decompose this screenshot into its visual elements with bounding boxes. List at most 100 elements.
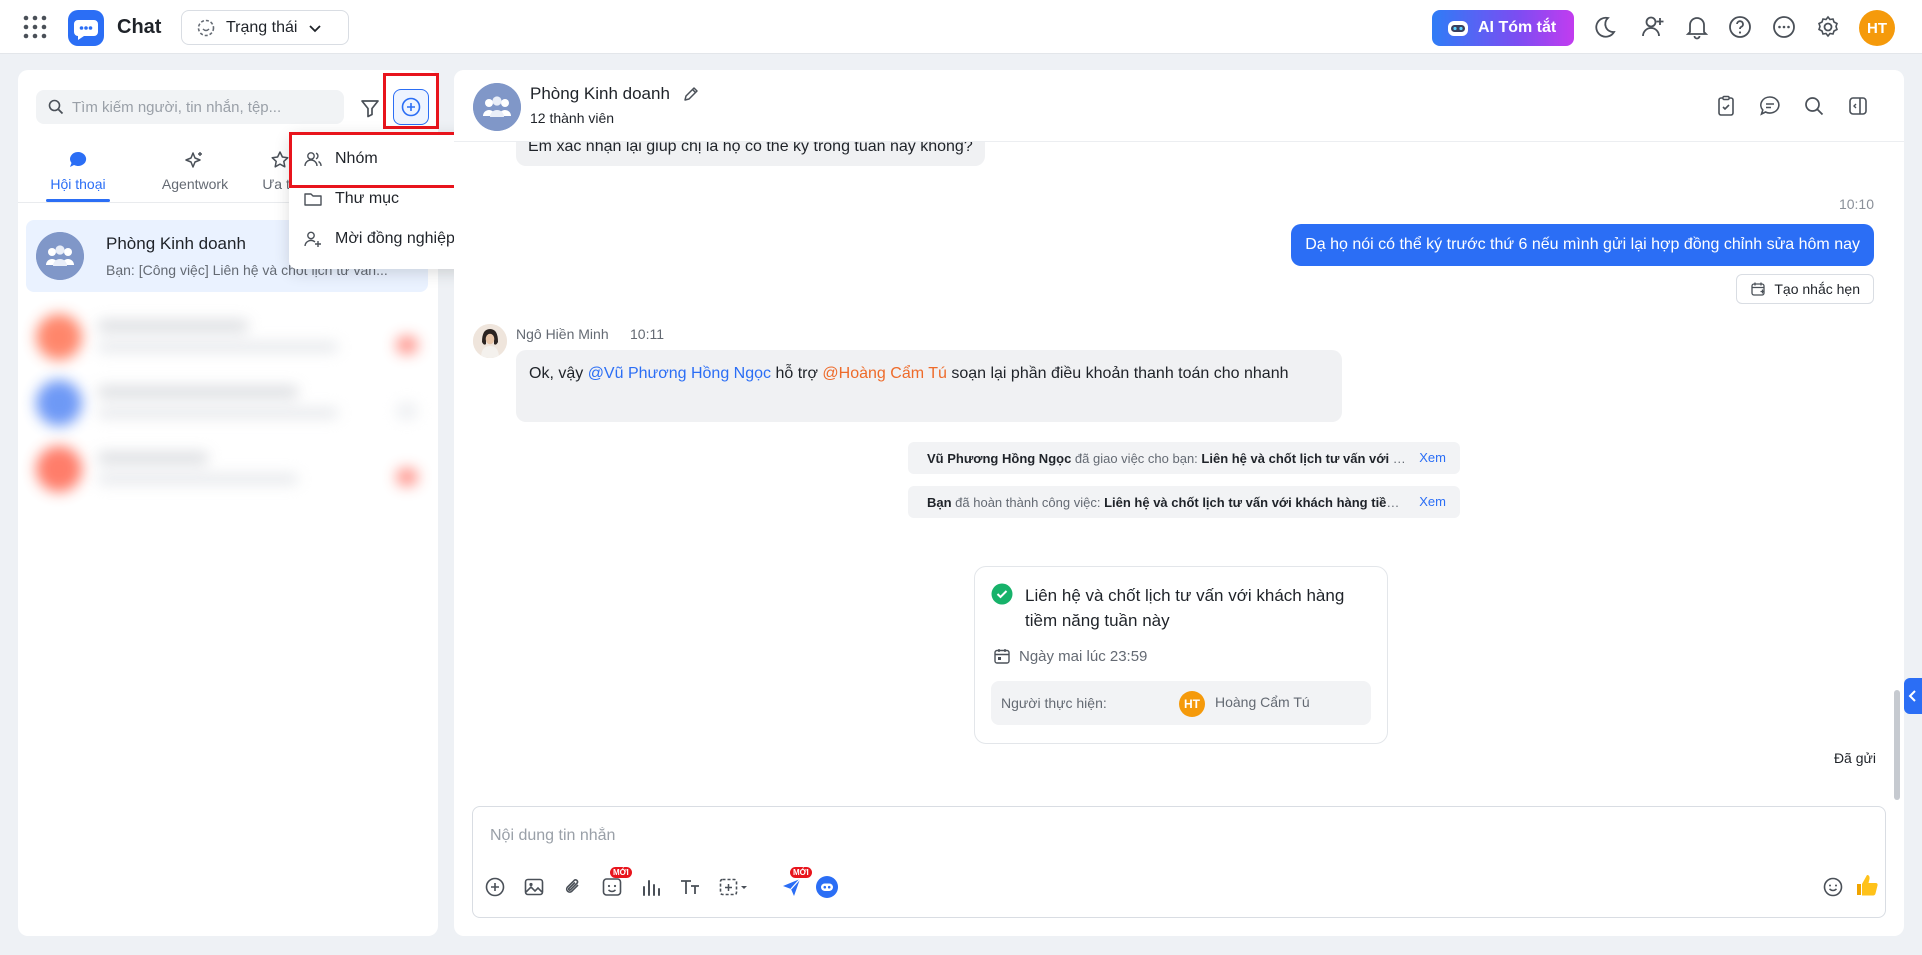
search-icon[interactable] [1802,94,1826,118]
assignee-avatar: HT [1179,691,1205,717]
chat-header: Phòng Kinh doanh 12 thành viên [454,70,1904,142]
chevron-left-icon [1907,689,1919,703]
menu-item-label: Nhóm [335,150,378,167]
task-title: Liên hệ và chốt lịch tư vấn với khách hà… [1025,586,1345,630]
task-due: Ngày mai lúc 23:59 [1019,647,1148,665]
edit-pencil-icon[interactable] [682,85,700,103]
group-icon [303,149,323,169]
sender-name: Ngô Hiền Minh [516,326,609,342]
collapse-panel-button[interactable] [1904,678,1922,714]
my-message-bubble: Dạ họ nói có thể ký trước thứ 6 nếu mình… [1291,224,1874,266]
view-link[interactable]: Xem [1419,494,1446,509]
group-avatar [36,232,84,280]
message-composer: MỚI MỚI [472,806,1886,918]
side-panel-icon[interactable] [1846,94,1870,118]
text-format-icon[interactable] [678,875,702,899]
ai-summary-button[interactable]: AI Tóm tắt [1432,10,1574,46]
mention-link[interactable]: @Vũ Phương Hồng Ngọc [588,365,771,382]
tab-agentwork[interactable]: Agentwork [140,150,250,192]
search-input[interactable] [72,98,342,116]
mention-link[interactable]: @Hoàng Cẩm Tú [822,365,946,382]
create-new-button[interactable] [393,89,429,125]
event-actor: Bạn [927,494,952,510]
event-task: Liên hệ và chốt lịch tư vấn với khách hà… [1201,450,1407,466]
create-reminder-button[interactable]: Tạo nhắc hẹn [1736,274,1874,304]
message-input[interactable] [490,821,1790,851]
new-badge: MỚI [610,867,632,878]
group-avatar[interactable] [473,83,521,131]
reminder-label: Tạo nhắc hẹn [1774,281,1860,297]
task-due-row: Ngày mai lúc 23:59 [993,647,1147,665]
chat-logo-icon [68,10,104,46]
thumbs-up-icon[interactable] [1853,871,1881,899]
calendar-icon [993,647,1011,665]
more-icon[interactable] [1771,14,1797,40]
attachment-icon[interactable] [561,875,585,899]
ai-summary-label: AI Tóm tắt [1478,19,1557,36]
search-box[interactable] [36,90,344,124]
bell-icon[interactable] [1684,14,1710,40]
event-action: đã hoàn thành công việc: [951,494,1105,510]
top-bar: Chat Trạng thái AI Tóm tắt HT [0,0,1922,54]
task-assignee-row: Người thực hiện: HT Hoàng Cẩm Tú [991,681,1371,725]
filter-icon[interactable] [358,96,382,120]
check-circle-icon[interactable] [991,583,1013,605]
chat-bubble-icon [68,150,88,170]
member-count[interactable]: 12 thành viên [530,110,614,126]
chevron-down-icon [307,20,323,36]
app-grid-icon[interactable] [22,14,48,40]
thread-icon[interactable] [1758,94,1782,118]
invite-user-icon [303,229,323,249]
menu-item-label: Mời đồng nghiệp [335,230,455,247]
chat-title: Phòng Kinh doanh [530,84,670,103]
blurred-conversation [26,372,428,434]
blurred-conversation [26,306,428,368]
new-badge: MỚI [790,867,812,878]
system-event-row: Bạn đã hoàn thành công việc: Liên hệ và … [908,486,1460,518]
user-avatar[interactable]: HT [1859,10,1895,46]
message-text: hỗ trợ [771,365,823,382]
event-task: Liên hệ và chốt lịch tư vấn với khách hà… [1104,494,1407,510]
sent-status: Đã gửi [1833,750,1876,766]
task-card[interactable]: Liên hệ và chốt lịch tư vấn với khách hà… [974,566,1388,744]
assignee-name: Hoàng Cẩm Tú [1215,694,1310,710]
add-user-icon[interactable] [1640,14,1666,40]
message-text: Ok, vậy [529,365,588,382]
tab-hoi-thoai[interactable]: Hội thoại [48,150,108,192]
event-actor: Vũ Phương Hồng Ngọc [927,450,1072,466]
conversation-name: Phòng Kinh doanh [106,234,246,253]
robot-icon [1446,17,1470,39]
tab-label: Agentwork [161,176,229,192]
emoji-icon[interactable] [1821,875,1845,899]
assignee-label: Người thực hiện: [1001,695,1107,711]
message-text: soạn lại phần điều khoản thanh toán cho … [946,365,1289,382]
search-icon [48,99,64,115]
sender-avatar[interactable] [473,324,507,358]
screenshot-icon[interactable] [717,875,751,899]
tab-label: Hội thoại [50,176,106,192]
task-clipboard-icon[interactable] [1714,94,1738,118]
calendar-plus-icon [1750,281,1766,297]
chat-title-row: Phòng Kinh doanh [530,84,700,104]
menu-item-label: Thư mục [335,190,400,207]
scrollbar[interactable] [1894,690,1900,800]
send-broadcast-icon[interactable]: MỚI [780,867,812,899]
message-time: 10:10 [1838,196,1874,212]
image-icon[interactable] [522,875,546,899]
help-icon[interactable] [1727,14,1753,40]
status-label: Trạng thái [226,18,298,36]
event-action: đã giao việc cho bạn: [1071,450,1202,466]
ai-assistant-icon[interactable] [815,875,839,899]
add-circle-icon[interactable] [483,875,507,899]
system-event-row: Vũ Phương Hồng Ngọc đã giao việc cho bạn… [908,442,1460,474]
poll-icon[interactable] [639,875,663,899]
app-name: Chat [117,16,162,38]
folder-icon [303,189,323,209]
sparkle-icon [185,150,205,170]
view-link[interactable]: Xem [1419,450,1446,465]
status-icon [196,18,216,38]
status-dropdown[interactable]: Trạng thái [181,10,349,45]
moon-icon[interactable] [1591,14,1617,40]
sticker-icon[interactable]: MỚI [600,867,632,899]
settings-icon[interactable] [1815,14,1841,40]
